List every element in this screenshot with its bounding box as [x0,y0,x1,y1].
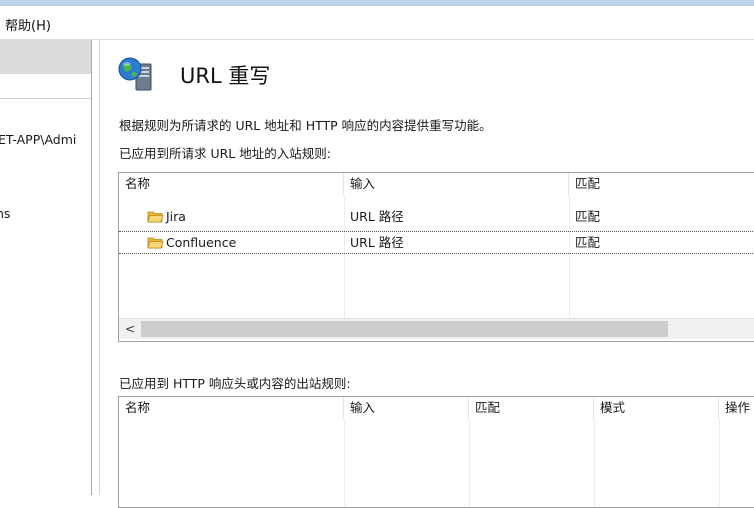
scroll-left-button[interactable]: < [122,320,138,338]
column-header-match[interactable]: 匹配 [469,397,594,419]
folder-icon [147,237,164,249]
outbound-rules-label: 已应用到 HTTP 响应头或内容的出站规则: [119,376,351,391]
tree-node-applications[interactable]: ns [0,206,10,221]
feature-description: 根据规则为所请求的 URL 地址和 HTTP 响应的内容提供重写功能。 [119,118,492,133]
column-header-name[interactable]: 名称 [119,397,344,419]
rule-name: Jira [166,209,186,224]
column-header-match[interactable]: 匹配 [569,173,754,195]
menu-bar: 帮助(H) [0,6,754,40]
rule-match-cell: 匹配 [575,209,601,224]
outbound-rules-grid[interactable]: 名称 输入 匹配 模式 操作 [118,396,754,508]
horizontal-scrollbar[interactable]: < [119,318,754,339]
folder-icon [147,211,164,223]
tree-node-server[interactable]: ET-APP\Admi [0,132,76,147]
rule-input-cell: URL 路径 [350,235,404,250]
globe-server-icon [116,56,156,92]
rule-name: Confluence [166,235,237,250]
connections-toolbar [0,74,91,99]
column-header-action[interactable]: 操作 [719,397,754,419]
feature-pane: URL 重写 根据规则为所请求的 URL 地址和 HTTP 响应的内容提供重写功… [99,40,754,508]
rule-input-cell: URL 路径 [350,209,404,224]
rule-name-cell: Confluence [147,232,236,253]
rule-name-cell: Jira [147,206,186,228]
connections-pane: ET-APP\Admi ns [0,40,92,495]
connections-header [0,40,91,74]
inbound-rules-grid[interactable]: 名称 输入 匹配 Jira URL 路径 匹配 Confluence URL 路… [118,172,754,342]
column-header-input[interactable]: 输入 [344,173,569,195]
rule-match-cell: 匹配 [575,235,601,250]
page-title: URL 重写 [180,64,271,88]
menu-help[interactable]: 帮助(H) [5,15,51,34]
inbound-rules-label: 已应用到所请求 URL 地址的入站规则: [119,146,331,161]
table-row[interactable]: Confluence URL 路径 匹配 [119,231,754,254]
scrollbar-thumb[interactable] [141,321,668,337]
table-row[interactable]: Jira URL 路径 匹配 [119,206,754,228]
column-header-pattern[interactable]: 模式 [594,397,719,419]
column-header-input[interactable]: 输入 [344,397,469,419]
column-header-name[interactable]: 名称 [119,173,344,195]
